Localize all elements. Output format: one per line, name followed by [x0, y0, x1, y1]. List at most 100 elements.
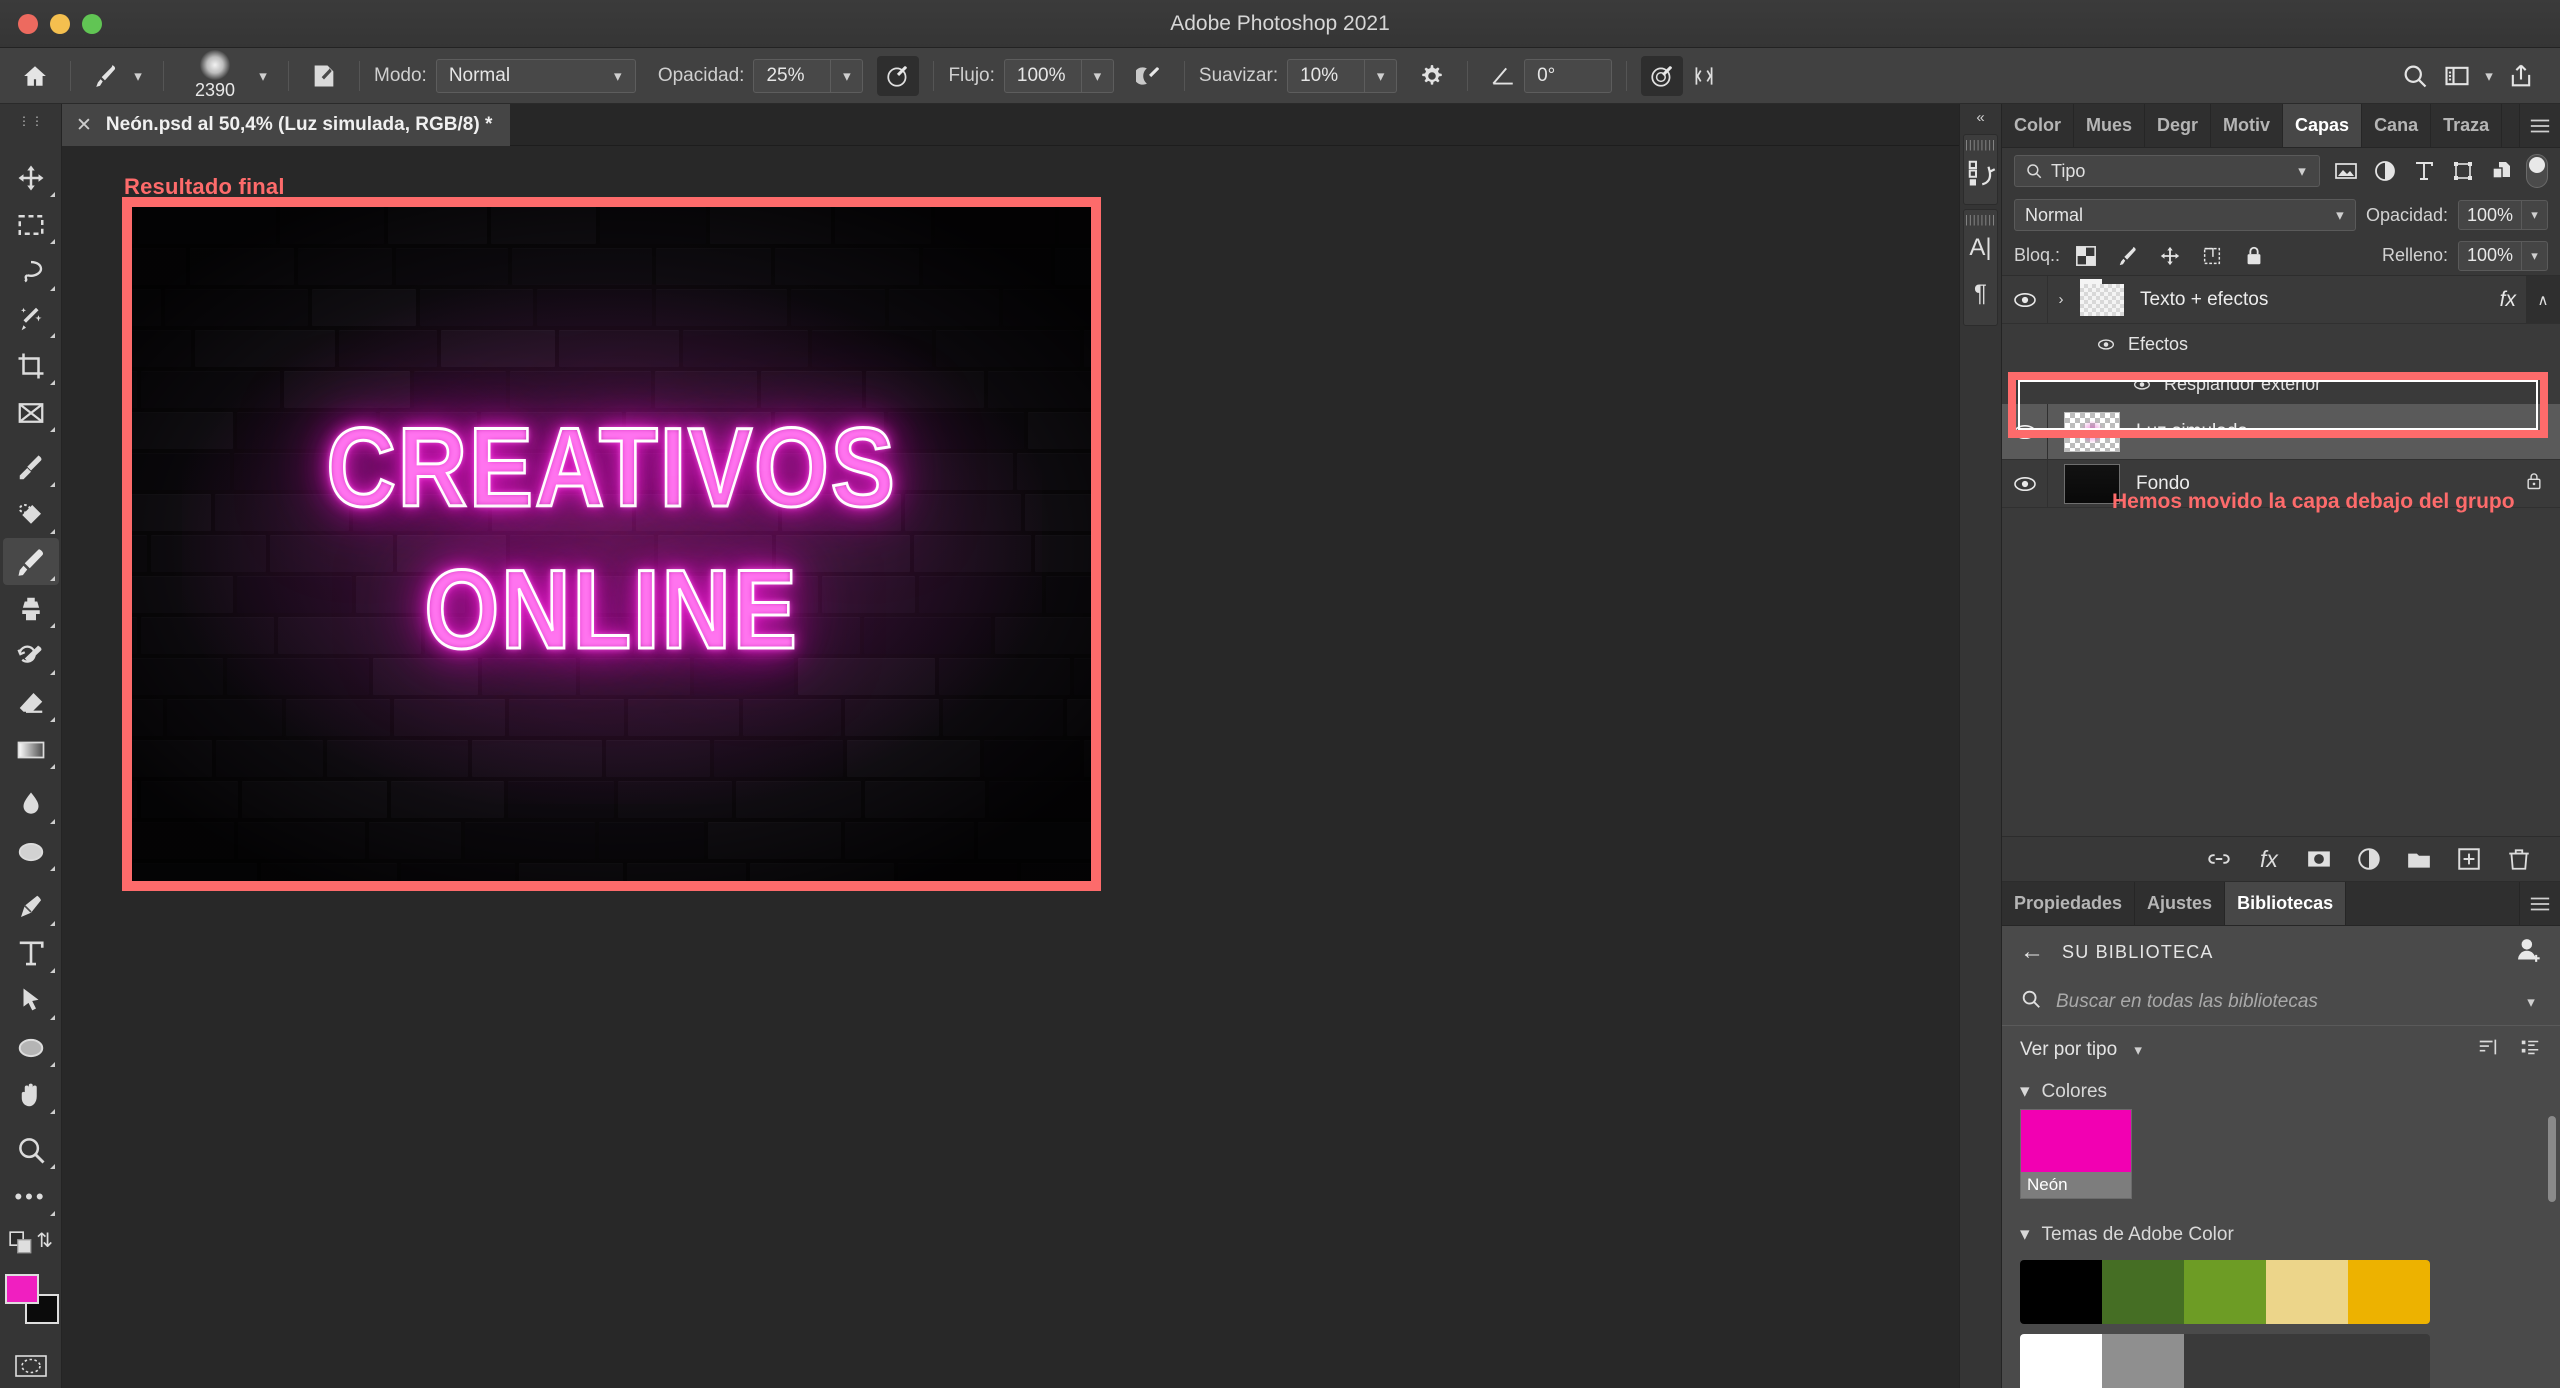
brush-settings-icon[interactable] — [303, 56, 345, 96]
theme-color-swatch[interactable] — [2266, 1260, 2348, 1324]
panel-menu-icon[interactable] — [2520, 104, 2560, 147]
invite-user-icon[interactable] — [2514, 935, 2542, 970]
color-theme-row[interactable] — [2020, 1260, 2430, 1324]
healing-brush-tool[interactable] — [3, 491, 59, 538]
tab-color[interactable]: Color — [2002, 104, 2074, 147]
pressure-size-icon[interactable] — [1641, 55, 1684, 96]
effects-visibility-toggle[interactable] — [2094, 338, 2118, 351]
eyedropper-tool[interactable] — [3, 444, 59, 491]
lock-transparency-icon[interactable] — [2070, 241, 2102, 271]
default-colors-icon[interactable] — [8, 1230, 34, 1261]
tab-muestras[interactable]: Mues — [2074, 104, 2146, 147]
lock-position-icon[interactable] — [2154, 241, 2186, 271]
back-arrow-icon[interactable]: ← — [2020, 938, 2044, 966]
panel-grip[interactable]: |||||||| — [1964, 215, 1997, 226]
ellipse-tool[interactable] — [3, 1024, 59, 1071]
themes-section-header[interactable]: ▾ Temas de Adobe Color — [2002, 1217, 2560, 1252]
brush-tool[interactable] — [2, 538, 59, 585]
collapse-toolbar-icon[interactable]: ⋮⋮ — [0, 104, 62, 138]
opacity-chevron-down-icon[interactable]: ▾ — [831, 58, 864, 93]
home-icon[interactable] — [14, 56, 56, 96]
pen-tool[interactable] — [3, 883, 59, 930]
flow-input[interactable]: 100% — [1003, 58, 1082, 93]
dodge-tool[interactable] — [3, 828, 59, 875]
theme-color-swatch[interactable] — [2020, 1260, 2102, 1324]
layer-filter-select[interactable]: Tipo ▾ — [2014, 155, 2320, 187]
history-brush-tool[interactable] — [3, 632, 59, 679]
filter-adjustment-icon[interactable] — [2367, 154, 2403, 188]
blur-tool[interactable] — [3, 781, 59, 828]
move-tool[interactable] — [3, 154, 59, 201]
color-theme-row[interactable] — [2020, 1334, 2430, 1388]
layer-fill-chevron-down-icon[interactable]: ▾ — [2522, 240, 2548, 271]
chevron-down-icon[interactable]: ▾ — [2520, 993, 2542, 1011]
magic-wand-tool[interactable] — [3, 295, 59, 342]
chevron-down-icon[interactable]: ▾ — [2127, 1041, 2149, 1059]
new-layer-icon[interactable] — [2452, 842, 2486, 876]
theme-color-swatch[interactable] — [2020, 1334, 2102, 1388]
filter-pixel-icon[interactable] — [2328, 154, 2364, 188]
layer-blend-mode-select[interactable]: Normal ▾ — [2014, 199, 2356, 231]
theme-color-swatch[interactable] — [2348, 1334, 2430, 1388]
filter-smart-object-icon[interactable] — [2484, 154, 2520, 188]
workspace-icon[interactable] — [2436, 56, 2478, 96]
gradient-tool[interactable] — [3, 726, 59, 773]
eraser-tool[interactable] — [3, 679, 59, 726]
character-panel-icon[interactable]: A | — [1964, 225, 1997, 271]
filter-shape-icon[interactable] — [2445, 154, 2481, 188]
group-disclosure-icon[interactable]: › — [2048, 291, 2074, 308]
document-canvas[interactable]: CREATIVOS ONLINE — [132, 207, 1091, 881]
scrollbar[interactable] — [2548, 1116, 2556, 1202]
tab-bibliotecas[interactable]: Bibliotecas — [2225, 882, 2347, 925]
effect-visibility-toggle[interactable] — [2130, 378, 2154, 391]
foreground-color-swatch[interactable] — [4, 1274, 39, 1304]
flow-chevron-down-icon[interactable]: ▾ — [1081, 58, 1114, 93]
layer-fill-input[interactable]: 100% — [2458, 240, 2522, 271]
theme-color-swatch[interactable] — [2348, 1260, 2430, 1324]
new-adjustment-layer-icon[interactable] — [2352, 842, 2386, 876]
theme-color-swatch[interactable] — [2102, 1260, 2184, 1324]
brush-icon[interactable] — [85, 56, 127, 96]
layer-opacity-chevron-down-icon[interactable]: ▾ — [2522, 200, 2548, 230]
tab-propiedades[interactable]: Propiedades — [2002, 882, 2136, 925]
history-actions-icon[interactable] — [1964, 150, 1997, 196]
layer-opacity-input[interactable]: 100% — [2458, 200, 2522, 230]
filter-enable-toggle[interactable] — [2526, 154, 2548, 188]
panel-menu-icon[interactable] — [2520, 882, 2560, 925]
quick-mask-icon[interactable] — [3, 1342, 59, 1388]
tab-ajustes[interactable]: Ajustes — [2135, 882, 2226, 925]
theme-color-swatch[interactable] — [2184, 1260, 2266, 1324]
delete-layer-icon[interactable] — [2502, 842, 2536, 876]
angle-input[interactable]: 0° — [1524, 58, 1613, 93]
lock-all-icon[interactable] — [2238, 241, 2270, 271]
frame-tool[interactable] — [3, 389, 59, 436]
lasso-tool[interactable] — [3, 248, 59, 295]
theme-color-swatch[interactable] — [2266, 1334, 2348, 1388]
theme-color-swatch[interactable] — [2102, 1334, 2184, 1388]
color-swatch-card[interactable]: Neón — [2020, 1109, 2132, 1199]
color-swatch[interactable] — [2021, 1110, 2131, 1172]
clone-stamp-tool[interactable] — [3, 585, 59, 632]
sort-icon[interactable] — [2476, 1036, 2500, 1064]
search-icon[interactable] — [2394, 56, 2436, 96]
link-layers-icon[interactable] — [2202, 842, 2236, 876]
list-view-icon[interactable] — [2518, 1036, 2542, 1064]
new-group-icon[interactable] — [2402, 842, 2436, 876]
tab-canales[interactable]: Cana — [2362, 104, 2432, 147]
type-tool[interactable] — [3, 930, 59, 977]
filter-type-icon[interactable] — [2406, 154, 2442, 188]
collapse-panels-icon[interactable]: « — [1960, 104, 2001, 130]
brush-preset-chevron-down-icon[interactable]: ▾ — [127, 67, 149, 85]
library-search-row[interactable]: Buscar en todas las bibliotecas ▾ — [2002, 978, 2560, 1026]
layer-visibility-toggle[interactable] — [2002, 276, 2048, 323]
view-by-type-select[interactable]: Ver por tipo — [2020, 1039, 2117, 1061]
marquee-tool[interactable] — [3, 201, 59, 248]
paragraph-panel-icon[interactable]: ¶ — [1964, 271, 1997, 317]
tab-trazados[interactable]: Traza — [2431, 104, 2503, 147]
close-icon[interactable]: ✕ — [76, 114, 92, 137]
list-item[interactable]: Resplandor exterior — [2002, 364, 2560, 404]
lock-artboard-icon[interactable] — [2196, 241, 2228, 271]
smoothing-chevron-down-icon[interactable]: ▾ — [1365, 58, 1398, 93]
smoothing-input[interactable]: 10% — [1287, 58, 1366, 93]
table-row[interactable]: › Texto + efectos fx ∧ — [2002, 276, 2560, 324]
